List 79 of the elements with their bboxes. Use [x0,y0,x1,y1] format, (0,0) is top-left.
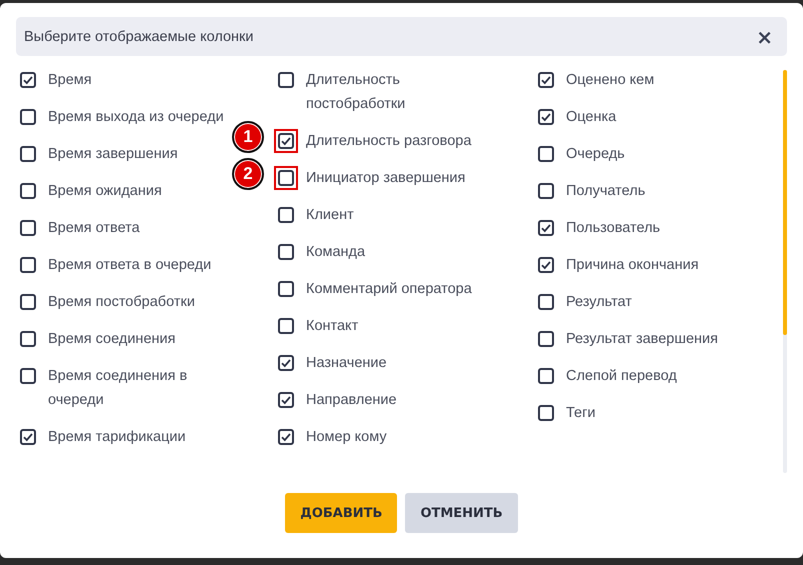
checkbox[interactable] [538,72,554,88]
column-option-label[interactable]: Время завершения [48,142,178,166]
checkbox[interactable] [538,331,554,347]
column-option-label[interactable]: Очередь [566,142,625,166]
callout-marker: 2 [232,158,264,190]
column-option-label[interactable]: Пользователь [566,216,660,240]
checkbox[interactable] [278,207,294,223]
checkbox[interactable] [278,72,294,88]
column-option-label[interactable]: Время соединения [48,327,176,351]
column-option-label[interactable]: Время тарификации [48,425,186,449]
column-option-label[interactable]: Длительность постобработки [306,70,488,116]
column-option-label[interactable]: Длительность разговора [306,129,472,153]
column-option-label[interactable]: Время ответа в очереди [48,253,212,277]
column-option-label[interactable]: Направление [306,388,397,412]
highlight-frame [274,129,298,153]
column-option-label[interactable]: Время соединения в очереди [48,364,230,412]
check-icon [280,431,292,443]
column-option-label[interactable]: Время ответа [48,216,140,240]
column-option-label[interactable]: Контакт [306,314,358,338]
check-icon [540,111,552,123]
checkbox[interactable] [538,146,554,162]
column-option-label[interactable]: Номер кому [306,425,387,449]
add-button[interactable]: ДОБАВИТЬ [285,493,398,533]
checkbox[interactable] [20,183,36,199]
check-icon [280,357,292,369]
checkbox[interactable] [20,72,36,88]
column-option-label[interactable]: Команда [306,240,366,264]
checkbox[interactable] [278,392,294,408]
check-icon [22,431,34,443]
checkbox[interactable] [538,220,554,236]
checkbox[interactable] [278,429,294,445]
column-option-label[interactable]: Результат [566,290,632,314]
column-option-label[interactable]: Оценка [566,105,616,129]
column-option-label[interactable]: Время постобработки [48,290,195,314]
column-option-label[interactable]: Комментарий оператора [306,277,472,301]
column-option-label[interactable]: Оценено кем [566,70,654,92]
column-option-label[interactable]: Результат завершения [566,327,718,351]
callout-marker: 1 [232,121,264,153]
check-icon [540,222,552,234]
checkbox[interactable] [538,294,554,310]
checkbox[interactable] [538,183,554,199]
column-option-label[interactable]: Причина окончания [566,253,699,277]
checkbox[interactable] [538,368,554,384]
checkbox[interactable] [278,133,294,149]
checkbox[interactable] [278,355,294,371]
checkbox[interactable] [278,281,294,297]
column-option-label[interactable]: Получатель [566,179,646,203]
cancel-button[interactable]: ОТМЕНИТЬ [405,493,518,533]
checkbox[interactable] [20,146,36,162]
dialog-title: Выберите отображаемые колонки [24,28,254,44]
checkbox[interactable] [20,331,36,347]
check-icon [280,394,292,406]
check-icon [540,259,552,271]
close-button[interactable]: × [752,26,777,46]
checkbox[interactable] [20,368,36,384]
column-option-label[interactable]: Время выхода из очереди [48,105,224,129]
checkbox[interactable] [20,257,36,273]
column-option-label[interactable]: Слепой перевод [566,364,677,388]
checkbox[interactable] [538,257,554,273]
column-option-label[interactable]: Время [48,70,92,92]
checkbox[interactable] [538,405,554,421]
column-option-label[interactable]: Клиент [306,203,354,227]
checkbox[interactable] [538,109,554,125]
check-icon [280,135,292,147]
column-option-label[interactable]: Теги [566,401,596,425]
checkbox[interactable] [278,318,294,334]
check-icon [22,74,34,86]
column-option-label[interactable]: Инициатор завершения [306,166,466,190]
checkbox[interactable] [278,244,294,260]
checkbox[interactable] [20,220,36,236]
checkbox[interactable] [20,109,36,125]
checkbox[interactable] [20,294,36,310]
checkbox[interactable] [278,170,294,186]
column-option-label[interactable]: Время ожидания [48,179,162,203]
scrollbar[interactable] [783,70,787,473]
check-icon [540,74,552,86]
checkbox[interactable] [20,429,36,445]
highlight-frame [274,166,298,190]
column-option-label[interactable]: Назначение [306,351,387,375]
